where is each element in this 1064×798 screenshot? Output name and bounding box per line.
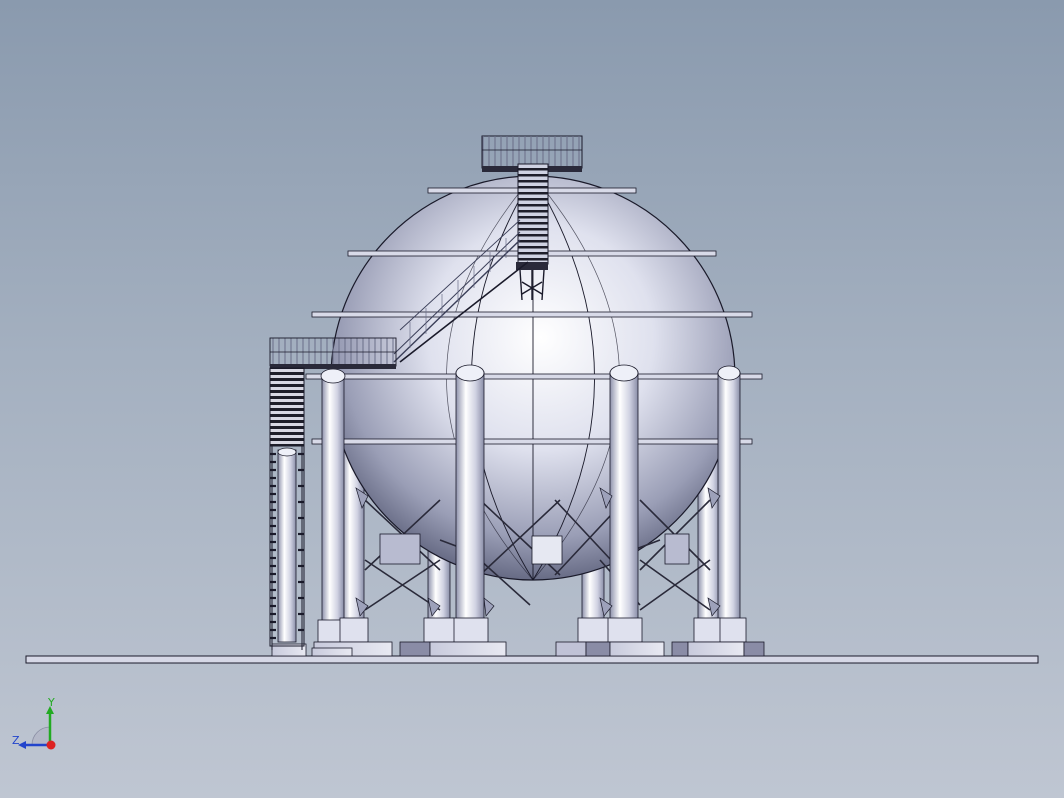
graphics-viewport[interactable]: Y Z xyxy=(0,0,1064,798)
brace-box-left xyxy=(379,533,421,565)
top-vertical-stair[interactable] xyxy=(516,163,549,301)
bottom-nozzle-block xyxy=(531,535,563,565)
side-landing-platform[interactable] xyxy=(269,337,397,369)
foundation-pads xyxy=(271,641,765,657)
x-axis-icon xyxy=(46,740,56,750)
coordinate-triad[interactable]: Y Z xyxy=(8,696,68,758)
ground-slab xyxy=(25,655,1039,664)
access-ladder[interactable] xyxy=(269,367,305,650)
triad-z-label: Z xyxy=(12,734,20,747)
brace-box-right xyxy=(664,533,690,565)
leg-collars xyxy=(317,617,747,643)
triad-quarter-disc xyxy=(31,726,51,746)
tank-model[interactable] xyxy=(0,0,1064,798)
triad-y-label: Y xyxy=(48,696,55,709)
